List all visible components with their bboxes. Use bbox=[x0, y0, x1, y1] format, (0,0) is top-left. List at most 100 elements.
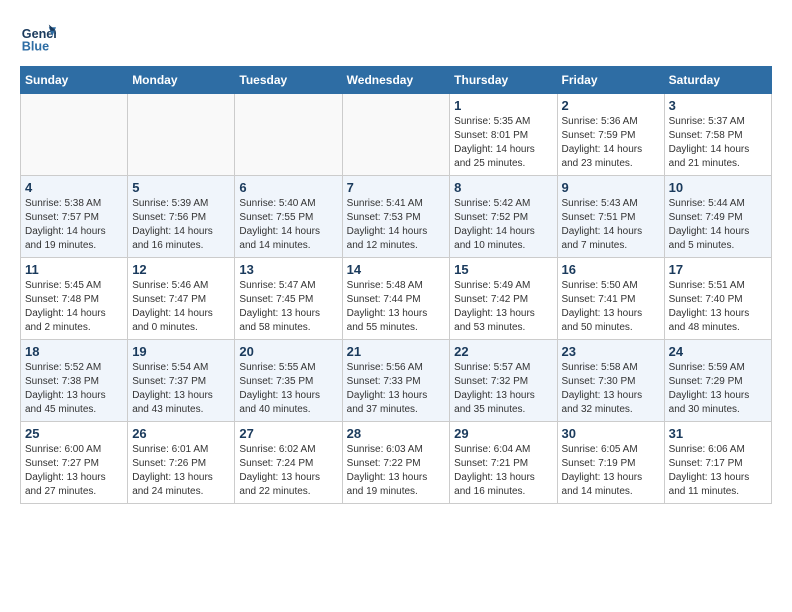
calendar-day-cell: 6 Sunrise: 5:40 AM Sunset: 7:55 PM Daylig… bbox=[235, 176, 342, 258]
day-number: 26 bbox=[132, 426, 230, 441]
calendar-day-cell: 18 Sunrise: 5:52 AM Sunset: 7:38 PM Dayli… bbox=[21, 340, 128, 422]
day-info: Sunrise: 5:46 AM Sunset: 7:47 PM Dayligh… bbox=[132, 279, 230, 335]
day-number: 25 bbox=[25, 426, 123, 441]
calendar-day-cell: 2 Sunrise: 5:36 AM Sunset: 7:59 PM Daylig… bbox=[557, 94, 664, 176]
calendar-body: 1 Sunrise: 5:35 AM Sunset: 8:01 PM Daylig… bbox=[21, 94, 772, 504]
day-info: Sunrise: 5:58 AM Sunset: 7:30 PM Dayligh… bbox=[562, 361, 660, 417]
day-number: 28 bbox=[347, 426, 446, 441]
day-number: 19 bbox=[132, 344, 230, 359]
calendar-day-cell: 8 Sunrise: 5:42 AM Sunset: 7:52 PM Daylig… bbox=[450, 176, 557, 258]
calendar-day-cell: 1 Sunrise: 5:35 AM Sunset: 8:01 PM Daylig… bbox=[450, 94, 557, 176]
day-number: 17 bbox=[669, 262, 767, 277]
day-number: 9 bbox=[562, 180, 660, 195]
calendar-day-cell: 9 Sunrise: 5:43 AM Sunset: 7:51 PM Daylig… bbox=[557, 176, 664, 258]
day-info: Sunrise: 6:00 AM Sunset: 7:27 PM Dayligh… bbox=[25, 443, 123, 499]
calendar-week-row: 11 Sunrise: 5:45 AM Sunset: 7:48 PM Dayli… bbox=[21, 258, 772, 340]
day-info: Sunrise: 5:52 AM Sunset: 7:38 PM Dayligh… bbox=[25, 361, 123, 417]
day-info: Sunrise: 5:51 AM Sunset: 7:40 PM Dayligh… bbox=[669, 279, 767, 335]
day-info: Sunrise: 5:57 AM Sunset: 7:32 PM Dayligh… bbox=[454, 361, 552, 417]
day-info: Sunrise: 5:48 AM Sunset: 7:44 PM Dayligh… bbox=[347, 279, 446, 335]
day-info: Sunrise: 5:59 AM Sunset: 7:29 PM Dayligh… bbox=[669, 361, 767, 417]
calendar-day-cell: 30 Sunrise: 6:05 AM Sunset: 7:19 PM Dayli… bbox=[557, 422, 664, 504]
day-info: Sunrise: 5:42 AM Sunset: 7:52 PM Dayligh… bbox=[454, 197, 552, 253]
day-number: 4 bbox=[25, 180, 123, 195]
day-info: Sunrise: 6:01 AM Sunset: 7:26 PM Dayligh… bbox=[132, 443, 230, 499]
calendar-day-cell: 31Sunrise: 6:06 AM Sunset: 7:17 PM Dayli… bbox=[664, 422, 771, 504]
calendar-day-cell: 4Sunrise: 5:38 AM Sunset: 7:57 PM Daylig… bbox=[21, 176, 128, 258]
svg-text:Blue: Blue bbox=[22, 40, 49, 54]
calendar-day-cell: 21 Sunrise: 5:56 AM Sunset: 7:33 PM Dayli… bbox=[342, 340, 450, 422]
calendar-day-cell bbox=[235, 94, 342, 176]
weekday-header-cell: Saturday bbox=[664, 67, 771, 94]
day-number: 12 bbox=[132, 262, 230, 277]
day-info: Sunrise: 5:45 AM Sunset: 7:48 PM Dayligh… bbox=[25, 279, 123, 335]
calendar-day-cell: 25 Sunrise: 6:00 AM Sunset: 7:27 PM Dayli… bbox=[21, 422, 128, 504]
day-number: 21 bbox=[347, 344, 446, 359]
day-info: Sunrise: 5:40 AM Sunset: 7:55 PM Dayligh… bbox=[239, 197, 337, 253]
weekday-header-cell: Wednesday bbox=[342, 67, 450, 94]
calendar-week-row: 25 Sunrise: 6:00 AM Sunset: 7:27 PM Dayli… bbox=[21, 422, 772, 504]
calendar-week-row: 1 Sunrise: 5:35 AM Sunset: 8:01 PM Daylig… bbox=[21, 94, 772, 176]
logo-icon: General Blue bbox=[20, 20, 56, 56]
calendar-week-row: 18 Sunrise: 5:52 AM Sunset: 7:38 PM Dayli… bbox=[21, 340, 772, 422]
calendar-day-cell: 12 Sunrise: 5:46 AM Sunset: 7:47 PM Dayli… bbox=[128, 258, 235, 340]
day-info: Sunrise: 5:55 AM Sunset: 7:35 PM Dayligh… bbox=[239, 361, 337, 417]
day-info: Sunrise: 5:44 AM Sunset: 7:49 PM Dayligh… bbox=[669, 197, 767, 253]
day-info: Sunrise: 5:50 AM Sunset: 7:41 PM Dayligh… bbox=[562, 279, 660, 335]
day-number: 30 bbox=[562, 426, 660, 441]
day-info: Sunrise: 5:39 AM Sunset: 7:56 PM Dayligh… bbox=[132, 197, 230, 253]
day-info: Sunrise: 5:54 AM Sunset: 7:37 PM Dayligh… bbox=[132, 361, 230, 417]
day-number: 6 bbox=[239, 180, 337, 195]
day-number: 16 bbox=[562, 262, 660, 277]
page-header: General Blue bbox=[20, 20, 772, 56]
calendar-day-cell: 14Sunrise: 5:48 AM Sunset: 7:44 PM Dayli… bbox=[342, 258, 450, 340]
calendar-day-cell: 20 Sunrise: 5:55 AM Sunset: 7:35 PM Dayli… bbox=[235, 340, 342, 422]
day-info: Sunrise: 5:56 AM Sunset: 7:33 PM Dayligh… bbox=[347, 361, 446, 417]
day-info: Sunrise: 6:06 AM Sunset: 7:17 PM Dayligh… bbox=[669, 443, 767, 499]
day-info: Sunrise: 6:02 AM Sunset: 7:24 PM Dayligh… bbox=[239, 443, 337, 499]
calendar-day-cell: 19 Sunrise: 5:54 AM Sunset: 7:37 PM Dayli… bbox=[128, 340, 235, 422]
calendar-week-row: 4Sunrise: 5:38 AM Sunset: 7:57 PM Daylig… bbox=[21, 176, 772, 258]
calendar-day-cell bbox=[342, 94, 450, 176]
calendar-day-cell: 23 Sunrise: 5:58 AM Sunset: 7:30 PM Dayli… bbox=[557, 340, 664, 422]
day-number: 22 bbox=[454, 344, 552, 359]
calendar-day-cell: 11 Sunrise: 5:45 AM Sunset: 7:48 PM Dayli… bbox=[21, 258, 128, 340]
day-number: 8 bbox=[454, 180, 552, 195]
calendar-day-cell: 7Sunrise: 5:41 AM Sunset: 7:53 PM Daylig… bbox=[342, 176, 450, 258]
day-info: Sunrise: 5:36 AM Sunset: 7:59 PM Dayligh… bbox=[562, 115, 660, 171]
calendar-day-cell: 3Sunrise: 5:37 AM Sunset: 7:58 PM Daylig… bbox=[664, 94, 771, 176]
day-info: Sunrise: 6:03 AM Sunset: 7:22 PM Dayligh… bbox=[347, 443, 446, 499]
weekday-header-cell: Tuesday bbox=[235, 67, 342, 94]
calendar-day-cell: 22 Sunrise: 5:57 AM Sunset: 7:32 PM Dayli… bbox=[450, 340, 557, 422]
weekday-header-cell: Thursday bbox=[450, 67, 557, 94]
day-info: Sunrise: 5:35 AM Sunset: 8:01 PM Dayligh… bbox=[454, 115, 552, 171]
day-number: 29 bbox=[454, 426, 552, 441]
day-info: Sunrise: 5:41 AM Sunset: 7:53 PM Dayligh… bbox=[347, 197, 446, 253]
day-number: 27 bbox=[239, 426, 337, 441]
day-number: 24 bbox=[669, 344, 767, 359]
calendar-day-cell: 27 Sunrise: 6:02 AM Sunset: 7:24 PM Dayli… bbox=[235, 422, 342, 504]
day-number: 18 bbox=[25, 344, 123, 359]
calendar-day-cell bbox=[128, 94, 235, 176]
day-number: 2 bbox=[562, 98, 660, 113]
day-number: 5 bbox=[132, 180, 230, 195]
day-number: 20 bbox=[239, 344, 337, 359]
day-info: Sunrise: 5:37 AM Sunset: 7:58 PM Dayligh… bbox=[669, 115, 767, 171]
calendar-day-cell: 28 Sunrise: 6:03 AM Sunset: 7:22 PM Dayli… bbox=[342, 422, 450, 504]
day-number: 10 bbox=[669, 180, 767, 195]
calendar-day-cell: 16 Sunrise: 5:50 AM Sunset: 7:41 PM Dayli… bbox=[557, 258, 664, 340]
calendar-day-cell: 17 Sunrise: 5:51 AM Sunset: 7:40 PM Dayli… bbox=[664, 258, 771, 340]
calendar-table: SundayMondayTuesdayWednesdayThursdayFrid… bbox=[20, 66, 772, 504]
calendar-day-cell: 26 Sunrise: 6:01 AM Sunset: 7:26 PM Dayli… bbox=[128, 422, 235, 504]
weekday-header-cell: Friday bbox=[557, 67, 664, 94]
calendar-day-cell bbox=[21, 94, 128, 176]
day-number: 11 bbox=[25, 262, 123, 277]
day-number: 15 bbox=[454, 262, 552, 277]
day-number: 1 bbox=[454, 98, 552, 113]
day-number: 23 bbox=[562, 344, 660, 359]
calendar-day-cell: 5 Sunrise: 5:39 AM Sunset: 7:56 PM Daylig… bbox=[128, 176, 235, 258]
day-info: Sunrise: 5:43 AM Sunset: 7:51 PM Dayligh… bbox=[562, 197, 660, 253]
day-info: Sunrise: 5:49 AM Sunset: 7:42 PM Dayligh… bbox=[454, 279, 552, 335]
weekday-header-cell: Sunday bbox=[21, 67, 128, 94]
day-info: Sunrise: 6:05 AM Sunset: 7:19 PM Dayligh… bbox=[562, 443, 660, 499]
